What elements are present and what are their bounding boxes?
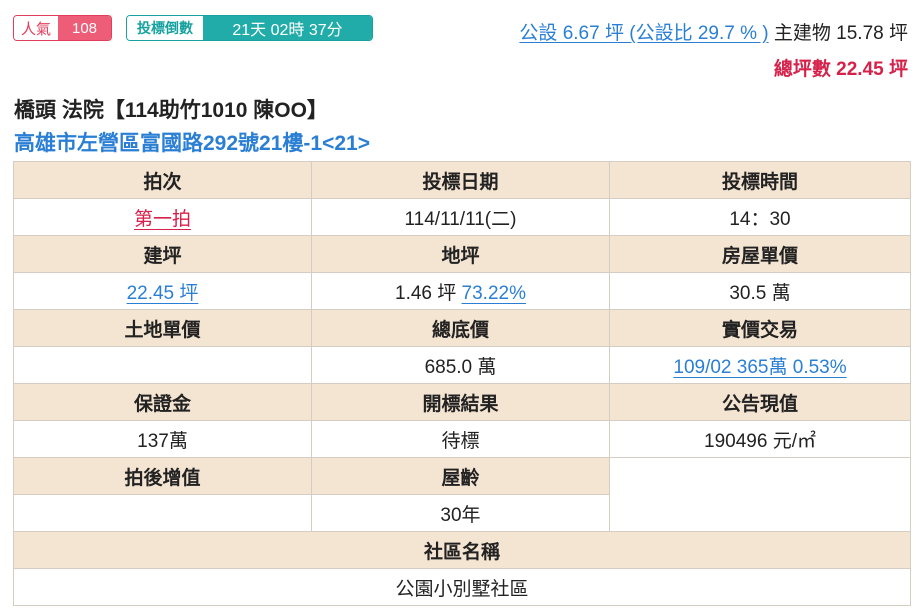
public-area-link[interactable]: 公設 6.67 坪 (公設比 29.7 % ) [519, 23, 768, 44]
land-unit-price-header: 土地單價 [13, 309, 312, 347]
land-unit-price-value [13, 346, 312, 384]
building-area-header: 建坪 [13, 235, 312, 273]
land-area-header: 地坪 [311, 235, 610, 273]
total-area: 總坪數 22.45 坪 [773, 59, 908, 80]
building-area-link[interactable]: 22.45 坪 [127, 283, 199, 304]
appreciation-value [13, 494, 312, 532]
popularity-badge: 人氣 108 [13, 15, 112, 41]
countdown-value: 21天 02時 37分 [203, 16, 372, 40]
building-age-header: 屋齡 [311, 457, 610, 495]
round-cell: 第一拍 [13, 198, 312, 236]
building-age-value: 30年 [311, 494, 610, 532]
countdown-label: 投標倒數 [127, 16, 203, 40]
main-building-area: 主建物 15.78 坪 [773, 23, 908, 44]
result-header: 開標結果 [311, 383, 610, 421]
popularity-label: 人氣 [14, 16, 58, 40]
bid-date-value: 114/11/11(二) [311, 198, 610, 236]
actual-price-link[interactable]: 109/02 365萬 0.53% [673, 357, 846, 378]
reserve-price-header: 總底價 [311, 309, 610, 347]
empty-cell [609, 457, 911, 532]
auction-info-table: 拍次 投標日期 投標時間 第一拍 114/11/11(二) 14：30 建坪 地… [13, 161, 911, 606]
result-value: 待標 [311, 420, 610, 458]
area-summary: 公設 6.67 坪 (公設比 29.7 % ) 主建物 15.78 坪 [519, 18, 908, 45]
announced-value-value: 190496 元/㎡ [609, 420, 911, 458]
actual-price-cell: 109/02 365萬 0.53% [609, 346, 911, 384]
round-header: 拍次 [13, 161, 312, 199]
community-header: 社區名稱 [13, 531, 911, 569]
building-area-cell: 22.45 坪 [13, 272, 312, 310]
appreciation-header: 拍後增值 [13, 457, 312, 495]
announced-value-header: 公告現值 [609, 383, 911, 421]
bid-time-header: 投標時間 [609, 161, 911, 199]
bid-time-value: 14：30 [609, 198, 911, 236]
house-unit-price-value: 30.5 萬 [609, 272, 911, 310]
round-link[interactable]: 第一拍 [134, 209, 191, 230]
bid-date-header: 投標日期 [311, 161, 610, 199]
land-area-cell: 1.46 坪 73.22% [311, 272, 610, 310]
popularity-count: 108 [58, 16, 111, 40]
land-ratio-link[interactable]: 73.22% [462, 283, 526, 304]
land-area-value: 1.46 坪 [395, 282, 457, 304]
actual-price-header: 實價交易 [609, 309, 911, 347]
reserve-price-value: 685.0 萬 [311, 346, 610, 384]
bid-countdown-badge: 投標倒數 21天 02時 37分 [126, 15, 373, 41]
house-unit-price-header: 房屋單價 [609, 235, 911, 273]
deposit-header: 保證金 [13, 383, 312, 421]
listing-address: 高雄市左營區富國路292號21樓-1<21> [14, 132, 370, 155]
deposit-value: 137萬 [13, 420, 312, 458]
community-value: 公園小別墅社區 [13, 568, 911, 606]
listing-title: 橋頭 法院【114助竹1010 陳OO】 [14, 99, 328, 122]
